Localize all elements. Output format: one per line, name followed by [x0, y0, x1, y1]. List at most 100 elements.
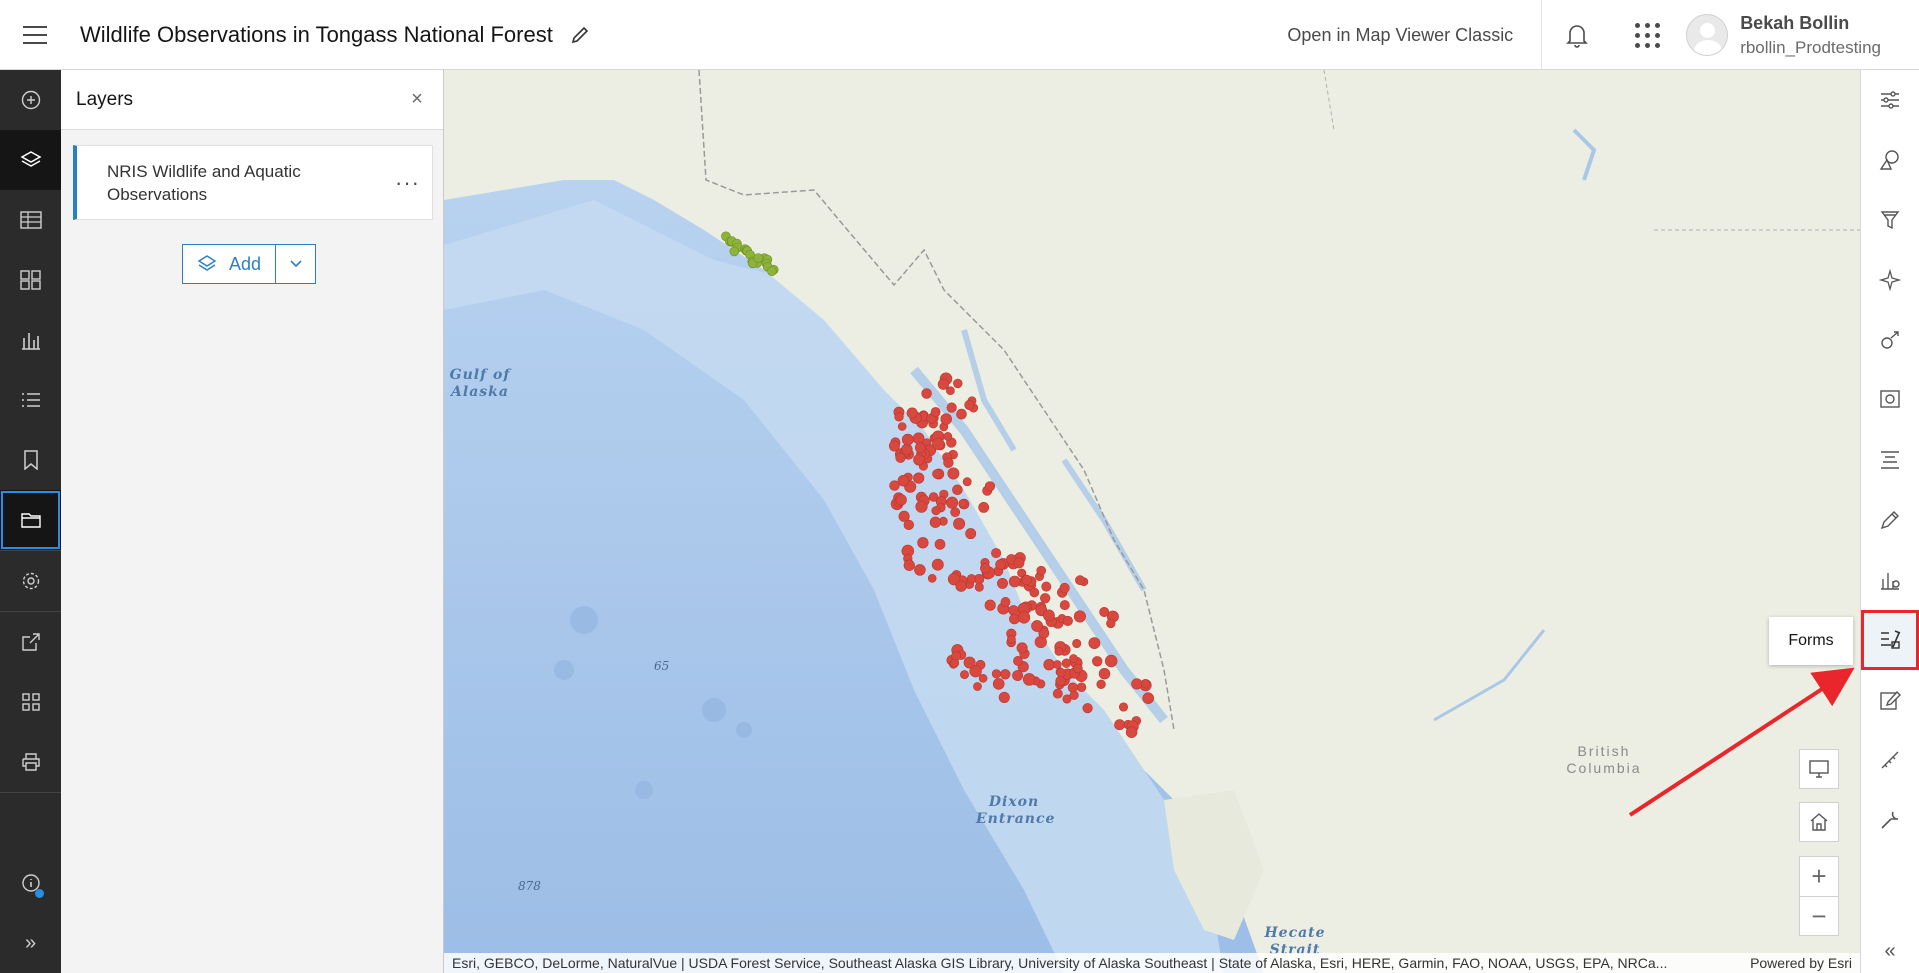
observation-point[interactable]	[1040, 593, 1051, 604]
observation-point[interactable]	[966, 574, 977, 584]
observation-point[interactable]	[958, 499, 968, 508]
observation-point[interactable]	[903, 519, 914, 531]
observation-point[interactable]	[932, 469, 942, 479]
pop-ups-icon[interactable]	[1861, 310, 1919, 370]
observation-point[interactable]	[1036, 565, 1046, 576]
powered-by[interactable]: Powered by Esri	[1750, 955, 1852, 971]
observation-point[interactable]	[903, 559, 915, 571]
observation-point[interactable]	[1029, 587, 1040, 598]
observation-point[interactable]	[901, 443, 913, 456]
labels-icon[interactable]	[1861, 430, 1919, 490]
measure-icon[interactable]	[1861, 730, 1919, 790]
observation-point[interactable]	[913, 472, 925, 484]
legend-icon[interactable]	[0, 370, 61, 430]
observation-point[interactable]	[913, 454, 925, 466]
layers-icon[interactable]	[0, 130, 61, 190]
more-options-icon[interactable]: ···	[395, 170, 420, 196]
observation-point[interactable]	[932, 437, 945, 450]
zoom-out-button[interactable]: −	[1800, 896, 1838, 935]
properties-icon[interactable]	[1861, 70, 1919, 130]
observation-point[interactable]	[1059, 600, 1070, 611]
observation-point[interactable]	[927, 573, 937, 583]
observation-point[interactable]	[964, 399, 975, 411]
observation-point[interactable]	[1041, 581, 1052, 592]
observation-point[interactable]	[998, 691, 1010, 703]
observation-point-alt[interactable]	[729, 246, 740, 257]
observation-point[interactable]	[1104, 654, 1118, 668]
observation-point[interactable]	[1009, 613, 1020, 625]
observation-point[interactable]	[1000, 669, 1011, 680]
observation-point[interactable]	[956, 408, 967, 420]
observation-point[interactable]	[1000, 597, 1011, 607]
observation-point[interactable]	[1073, 610, 1086, 623]
observation-point[interactable]	[940, 413, 952, 425]
observation-point[interactable]	[1075, 575, 1085, 586]
info-icon[interactable]	[0, 853, 61, 913]
effects-icon[interactable]	[1861, 250, 1919, 310]
close-icon[interactable]: ×	[405, 88, 429, 111]
observation-point[interactable]	[995, 559, 1006, 570]
observation-point[interactable]	[937, 378, 950, 390]
observation-point[interactable]	[950, 507, 961, 518]
home-icon[interactable]	[1799, 802, 1839, 842]
observation-point[interactable]	[1062, 615, 1073, 626]
observation-point[interactable]	[1054, 647, 1064, 656]
observation-point[interactable]	[1031, 620, 1043, 632]
collapse-icon[interactable]: «	[1861, 940, 1919, 963]
open-classic-link[interactable]: Open in Map Viewer Classic	[1259, 0, 1543, 70]
chevron-down-icon[interactable]	[276, 245, 315, 283]
expand-icon[interactable]: »	[0, 913, 61, 973]
basemap-icon[interactable]	[0, 250, 61, 310]
bell-icon[interactable]	[1542, 0, 1612, 70]
observation-point[interactable]	[1131, 678, 1143, 690]
observation-point[interactable]	[901, 433, 914, 446]
table-icon[interactable]	[0, 190, 61, 250]
observation-point[interactable]	[1052, 660, 1062, 669]
filter-icon[interactable]	[1861, 190, 1919, 250]
observation-point[interactable]	[1021, 574, 1032, 586]
observation-point[interactable]	[978, 673, 988, 683]
user-menu[interactable]: Bekah Bollin rbollin_Prodtesting	[1682, 0, 1919, 70]
observation-point[interactable]	[1072, 638, 1082, 649]
attribution-text[interactable]: Esri, GEBCO, DeLorme, NaturalVue | USDA …	[452, 955, 1667, 971]
configure-icon[interactable]	[1861, 370, 1919, 430]
observation-point[interactable]	[960, 670, 969, 680]
styles-icon[interactable]	[1861, 130, 1919, 190]
folder-icon[interactable]	[0, 490, 61, 550]
observation-point[interactable]	[1069, 690, 1079, 700]
bookmarks-icon[interactable]	[0, 430, 61, 490]
map-view[interactable]: Gulf of Alaska Dixon Entrance Hecate Str…	[444, 70, 1860, 973]
observation-point[interactable]	[1114, 719, 1126, 731]
observation-point[interactable]	[934, 538, 946, 550]
observation-point[interactable]	[974, 582, 984, 592]
observation-point[interactable]	[950, 658, 960, 668]
observation-point[interactable]	[952, 484, 963, 496]
share-icon[interactable]	[0, 612, 61, 672]
observation-point[interactable]	[984, 481, 996, 492]
menu-icon[interactable]	[0, 0, 70, 70]
observation-point[interactable]	[1022, 673, 1036, 686]
observation-point[interactable]	[929, 516, 942, 528]
observation-point[interactable]	[895, 494, 907, 506]
observation-point[interactable]	[895, 452, 906, 463]
analysis-icon[interactable]	[1861, 550, 1919, 610]
observation-point[interactable]	[931, 506, 941, 516]
observation-point[interactable]	[931, 558, 944, 571]
observation-point[interactable]	[914, 564, 926, 576]
apps-icon[interactable]	[0, 672, 61, 732]
observation-point[interactable]	[1092, 656, 1103, 667]
observation-point[interactable]	[1056, 668, 1066, 678]
observation-point[interactable]	[921, 388, 932, 399]
observation-point[interactable]	[992, 678, 1005, 690]
observation-point[interactable]	[917, 537, 929, 549]
observation-point[interactable]	[906, 407, 918, 419]
observation-point[interactable]	[963, 656, 976, 669]
observation-point[interactable]	[1012, 670, 1024, 681]
observation-point[interactable]	[1007, 635, 1016, 644]
observation-point[interactable]	[1042, 609, 1055, 622]
observation-point[interactable]	[1088, 637, 1101, 650]
observation-point[interactable]	[1076, 682, 1087, 692]
observation-point[interactable]	[1098, 668, 1111, 680]
observation-point-alt[interactable]	[753, 253, 764, 263]
observation-point[interactable]	[1069, 654, 1078, 663]
